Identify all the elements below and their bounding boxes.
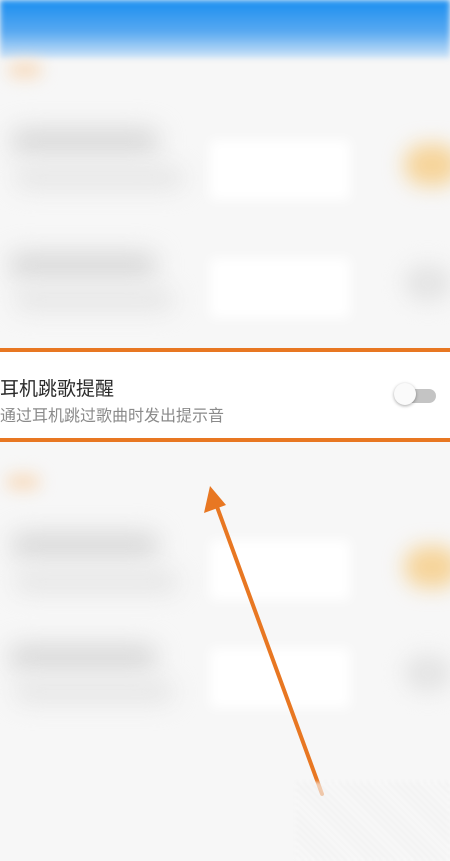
- settings-screen: 耳机跳歌提醒 通过耳机跳过歌曲时发出提示音: [0, 0, 450, 861]
- blurred-setting-row[interactable]: [0, 230, 450, 340]
- blurred-row-subtitle: [14, 290, 174, 310]
- earphone-skip-reminder-row[interactable]: 耳机跳歌提醒 通过耳机跳过歌曲时发出提示音: [0, 348, 450, 442]
- arrow-head: [204, 486, 226, 513]
- watermark: [296, 782, 450, 861]
- earphone-skip-reminder-toggle[interactable]: [394, 383, 436, 405]
- blurred-row-subtitle: [14, 168, 184, 188]
- blurred-section-marker: [8, 62, 42, 78]
- blurred-toggle: [404, 546, 450, 588]
- blurred-row-title: [8, 252, 158, 278]
- blurred-toggle: [404, 144, 450, 186]
- blurred-row-highlight: [210, 258, 350, 318]
- blurred-row-subtitle: [14, 572, 179, 592]
- top-app-bar: [0, 0, 450, 58]
- setting-description: 通过耳机跳过歌曲时发出提示音: [0, 406, 225, 425]
- blurred-row-highlight: [210, 648, 350, 708]
- blurred-row-title: [10, 128, 160, 154]
- blurred-row-title: [8, 644, 158, 670]
- blurred-toggle: [404, 654, 450, 692]
- toggle-knob: [394, 383, 416, 405]
- blurred-toggle: [404, 264, 450, 302]
- blurred-row-title: [10, 532, 160, 558]
- blurred-setting-row[interactable]: [0, 620, 450, 730]
- blurred-setting-row[interactable]: [0, 510, 450, 620]
- blurred-row-subtitle: [14, 682, 174, 702]
- blurred-row-highlight: [210, 540, 350, 600]
- blurred-row-highlight: [210, 140, 350, 200]
- setting-title: 耳机跳歌提醒: [0, 378, 115, 400]
- blurred-section-marker: [6, 474, 40, 490]
- blurred-setting-row[interactable]: [0, 110, 450, 220]
